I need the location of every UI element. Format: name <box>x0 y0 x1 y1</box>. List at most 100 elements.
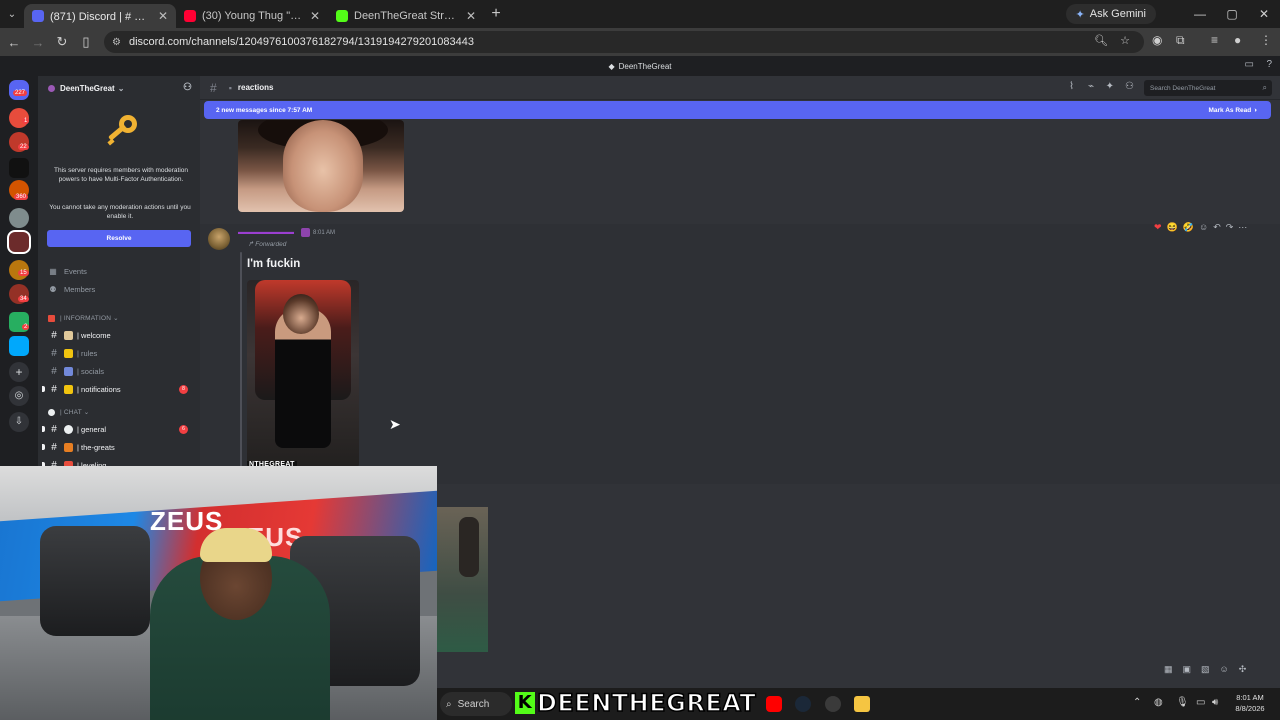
category-chat[interactable]: | CHAT ⌄ <box>48 406 89 418</box>
message-author[interactable]: ▬▬▬▬▬▬▬▬ <box>238 229 294 236</box>
category-emoji-icon <box>48 314 55 322</box>
server-icon[interactable] <box>9 208 29 228</box>
obs-app-icon[interactable] <box>825 696 841 712</box>
taskbar-clock[interactable]: 8:01 AM 8/8/2026 <box>1226 692 1274 714</box>
rail-badge: 360 <box>14 194 29 200</box>
discord-favicon-icon <box>32 10 44 22</box>
reply-icon[interactable]: ↶ <box>1213 222 1221 233</box>
avatar[interactable] <box>208 228 230 250</box>
tab-discord[interactable]: (871) Discord | # 💬 | reactions ✕ <box>24 4 176 28</box>
mute-bell-icon[interactable]: ⌁ <box>1088 81 1094 92</box>
profile-avatar-icon[interactable]: ● <box>1234 33 1241 47</box>
more-options-icon[interactable]: ⋯ <box>1238 222 1247 233</box>
network-icon[interactable]: ◍ <box>1154 697 1163 708</box>
inbox-icon[interactable]: ▭ <box>1245 59 1254 70</box>
chevron-down-icon: ⌄ <box>117 83 125 93</box>
channel-rules[interactable]: # | rules <box>48 345 196 361</box>
heart-reaction-icon[interactable]: ❤ <box>1154 222 1162 233</box>
more-menu-icon[interactable]: ⋮ <box>1260 33 1272 47</box>
close-window-button[interactable]: ✕ <box>1248 0 1280 28</box>
message-image-attachment[interactable]: NTHEGREAT <box>247 280 359 468</box>
zoom-icon[interactable]: 🔍︎ <box>1094 34 1108 47</box>
chevron-down-icon[interactable]: ⌄ <box>0 0 24 28</box>
reading-list-icon[interactable]: ≡ <box>1211 33 1218 47</box>
extension-icon[interactable]: ◉ <box>1152 33 1162 47</box>
gift-icon[interactable]: ▦ <box>1164 664 1173 675</box>
site-info-icon[interactable]: ⚙ <box>112 37 121 48</box>
microphone-icon[interactable]: 🎙︎ <box>1176 697 1189 708</box>
new-messages-bar[interactable]: 2 new messages since 7:57 AM Mark As Rea… <box>204 101 1271 119</box>
hash-icon: # <box>51 347 57 359</box>
channel-notifications[interactable]: # | notifications 8 <box>42 381 196 397</box>
search-icon: ⌕ <box>446 698 452 710</box>
mfa-notice: This server requires members with modera… <box>53 167 189 183</box>
help-icon[interactable]: ? <box>1266 59 1272 70</box>
channel-the-greats[interactable]: # | the-greats <box>42 439 196 455</box>
gif-icon[interactable]: ▣ <box>1183 664 1192 675</box>
file-explorer-icon[interactable] <box>854 696 870 712</box>
invite-person-icon[interactable]: ⚇ <box>183 82 192 93</box>
display-icon[interactable]: ▭ <box>1196 697 1205 708</box>
channel-welcome[interactable]: # | welcome <box>48 327 196 343</box>
tray-overflow-icon[interactable]: ⌃ <box>1133 697 1141 708</box>
message-image-attachment[interactable] <box>238 120 404 212</box>
members-icon: ⚉ <box>49 284 57 294</box>
reload-icon[interactable]: ↻ <box>50 28 74 56</box>
sticker-icon[interactable]: ▧ <box>1201 664 1210 675</box>
close-icon[interactable]: ✕ <box>466 9 476 23</box>
mark-read-icon: ◑ <box>1253 106 1257 114</box>
volume-icon[interactable]: 🔊︎ <box>1212 697 1218 708</box>
add-server-icon[interactable]: + <box>9 362 29 382</box>
threads-icon[interactable]: ⌇ <box>1069 81 1074 92</box>
apps-icon[interactable]: ✣ <box>1239 664 1247 675</box>
server-icon[interactable] <box>9 336 29 356</box>
url-bar[interactable]: ⚙ discord.com/channels/12049761003761827… <box>104 31 1144 53</box>
youtube-app-icon[interactable] <box>766 696 782 712</box>
sidebar-item-members[interactable]: ⚉ Members <box>48 282 95 296</box>
forward-arrow-icon[interactable]: → <box>26 28 50 56</box>
server-icon[interactable] <box>9 158 29 178</box>
server-icon: ◆ <box>608 61 615 71</box>
resolve-button[interactable]: Resolve <box>47 230 191 247</box>
close-icon[interactable]: ✕ <box>158 9 168 23</box>
search-input[interactable]: Search DeenTheGreat ⌕ <box>1144 80 1272 96</box>
sidebar-item-events[interactable]: ▦ Events <box>48 264 87 278</box>
tab-kick[interactable]: DeenTheGreat Stream - Watch ✕ <box>328 4 484 28</box>
server-icon-active[interactable] <box>9 232 29 252</box>
emoji-icon[interactable]: ☺ <box>1220 664 1229 674</box>
browser-toolbar: ← → ↻ ▯ ⚙ discord.com/channels/120497610… <box>0 28 1280 56</box>
sidebar-toggle-icon[interactable]: ▯ <box>74 28 98 56</box>
bookmark-star-icon[interactable]: ☆ <box>1120 34 1130 47</box>
close-icon[interactable]: ✕ <box>310 9 320 23</box>
rofl-reaction-icon[interactable]: 🤣 <box>1183 222 1194 233</box>
add-reaction-icon[interactable]: ☺ <box>1199 222 1208 232</box>
channel-socials[interactable]: # | socials <box>48 363 196 379</box>
laugh-reaction-icon[interactable]: 😆 <box>1167 222 1178 233</box>
rail-badge: 227 <box>13 90 28 96</box>
pin-icon[interactable]: ✦ <box>1106 81 1114 92</box>
ask-gemini-button[interactable]: ✦ Ask Gemini <box>1065 4 1156 24</box>
taskbar-search[interactable]: ⌕ Search <box>440 692 512 716</box>
server-header[interactable]: DeenTheGreat ⌄ ⚇ <box>38 76 200 100</box>
category-information[interactable]: | INFORMATION ⌄ <box>48 312 119 324</box>
member-list-icon[interactable]: ⚇ <box>1125 81 1134 92</box>
channel-general[interactable]: # | general 6 <box>42 421 196 437</box>
minimize-button[interactable]: — <box>1184 0 1216 28</box>
bell-emoji-icon <box>64 384 73 394</box>
hash-icon: # <box>51 383 57 395</box>
tab-youtube[interactable]: (30) Young Thug "Again" feat G ✕ <box>176 4 328 28</box>
mark-as-read-button[interactable]: Mark As Read ◑ <box>1209 107 1258 114</box>
download-icon[interactable]: ⇩ <box>9 412 29 432</box>
mention-badge: 6 <box>179 424 188 434</box>
explore-compass-icon[interactable]: ◎ <box>9 386 29 406</box>
hash-icon: # <box>51 441 57 453</box>
speech-emoji-icon <box>64 424 73 434</box>
maximize-button[interactable]: ▢ <box>1216 0 1248 28</box>
back-arrow-icon[interactable]: ← <box>2 28 26 56</box>
screen: ⌄ (871) Discord | # 💬 | reactions ✕ (30)… <box>0 0 1280 720</box>
rail-badge: 22 <box>18 144 29 150</box>
steam-app-icon[interactable] <box>795 696 811 712</box>
new-tab-button[interactable]: + <box>484 5 508 23</box>
extensions-puzzle-icon[interactable]: ⧉ <box>1176 33 1185 48</box>
forward-icon[interactable]: ↷ <box>1226 222 1234 233</box>
